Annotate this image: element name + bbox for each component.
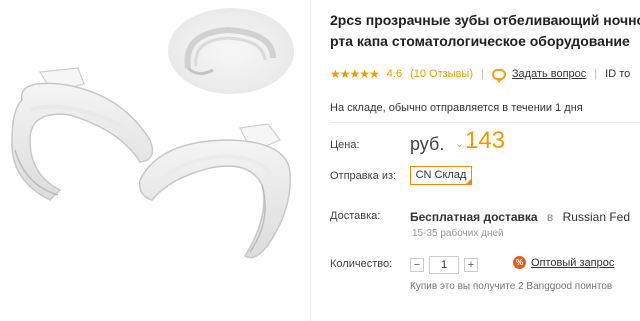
product-id-label: ID то [605,68,631,80]
chat-bubble-icon [491,68,506,83]
price-value: 143 [465,127,506,154]
wholesale-inquiry[interactable]: % Оптовый запрос [513,256,614,269]
delivery-info[interactable]: Бесплатная доставка в Russian Fed [410,210,630,224]
gallery-divider [310,0,311,321]
product-main-image [11,67,291,259]
rating-separator: | [481,68,484,80]
warehouse-option-label: CN Склад [415,169,467,181]
product-title-line1: 2pcs прозрачные зубы отбеливающий ночной [330,12,640,28]
points-reward-text: Купив это вы получите 2 Banggood поинтов [410,281,613,292]
ask-question-link[interactable]: Задать вопрос [512,68,586,80]
ship-from-label: Отправка из: [330,170,397,182]
quantity-label: Количество: [330,258,393,270]
delivery-destination[interactable]: Russian Fed [563,210,630,224]
product-title: 2pcs прозрачные зубы отбеливающий ночной… [330,10,640,52]
product-image-gallery[interactable] [0,0,310,321]
rating-score: 4.6 [386,68,403,80]
warehouse-option[interactable]: CN Склад [410,166,472,185]
delivery-days: 15-35 рабочих дней [412,228,504,239]
rating-separator-2: | [594,68,598,80]
delivery-in-text: в [546,210,554,224]
quantity-plus-button[interactable]: + [464,258,478,272]
quantity-minus-button[interactable]: − [410,258,424,272]
rating-row: ★★★★★ 4.6 (10 Отзывы) | Задать вопрос | … [330,66,631,83]
wholesale-inquiry-link[interactable]: Оптовый запрос [531,257,614,269]
section-divider [330,122,640,123]
delivery-label: Доставка: [330,210,381,222]
quantity-stepper: − 1 + [410,256,478,274]
reviews-link[interactable]: (10 Отзывы) [410,68,473,80]
product-info-panel: 2pcs прозрачные зубы отбеливающий ночной… [330,0,640,321]
rating-stars: ★★★★★ [330,67,380,81]
quantity-input[interactable]: 1 [429,256,459,274]
selected-check-icon [465,178,472,185]
product-title-line2: рта капа стоматологическое оборудование [330,33,630,49]
stock-status: На складе, обычно отправляется в течении… [330,102,583,114]
chevron-down-icon[interactable]: ⌄ [455,137,464,150]
free-shipping-text: Бесплатная доставка [410,210,538,224]
currency-selector[interactable]: руб. [410,134,444,155]
price-label: Цена: [330,139,360,151]
percent-icon: % [513,256,526,269]
